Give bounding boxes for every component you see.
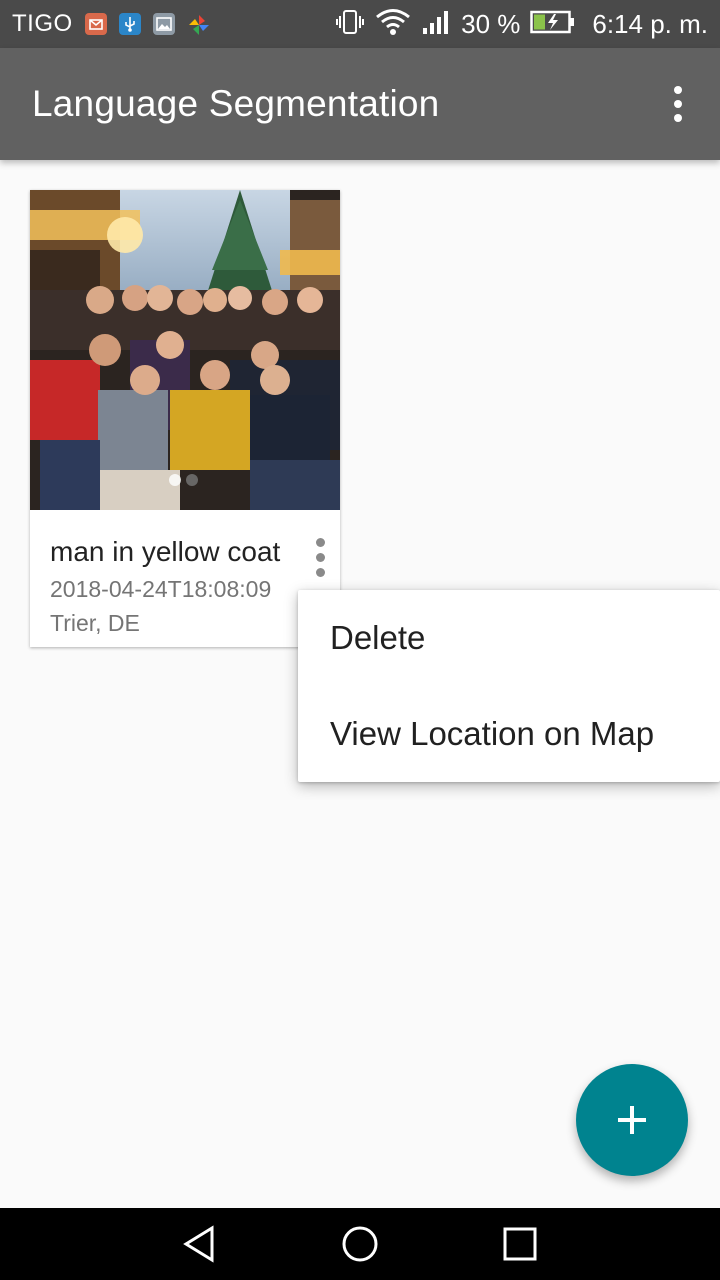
battery-charging-icon	[530, 9, 576, 40]
usb-icon	[118, 13, 141, 35]
add-fab-button[interactable]	[576, 1064, 688, 1176]
more-vert-icon[interactable]	[658, 74, 698, 134]
wifi-icon	[375, 8, 411, 41]
recents-icon[interactable]	[484, 1208, 556, 1280]
status-right: 30 % 6:14 p. m.	[335, 8, 708, 41]
card-photo[interactable]	[30, 190, 340, 510]
navigation-bar	[0, 1208, 720, 1280]
gallery-icon	[152, 13, 175, 35]
app-title: Language Segmentation	[32, 83, 440, 124]
card-title: man in yellow coat	[50, 536, 281, 567]
card-date: 2018-04-24T18:08:09	[50, 576, 272, 602]
carrier-label: TIGO	[12, 10, 73, 37]
status-bar: TIGO 30 % 6:14 p. m.	[0, 0, 720, 48]
battery-percent: 30 %	[461, 8, 521, 39]
vibrate-icon	[335, 8, 365, 41]
mail-icon	[84, 13, 107, 35]
clock: 6:14 p. m.	[592, 8, 708, 39]
photo-card[interactable]: man in yellow coat 2018-04-24T18:08:09 T…	[30, 190, 340, 647]
pinwheel-icon	[187, 13, 209, 35]
add-icon	[618, 1106, 646, 1134]
card-more-vert-icon[interactable]	[310, 538, 330, 582]
popup-menu: Delete View Location on Map	[298, 590, 720, 782]
home-icon[interactable]	[324, 1208, 396, 1280]
back-icon[interactable]	[164, 1208, 236, 1280]
screen: TIGO 30 % 6:14 p. m. Language Segmentati…	[0, 0, 720, 1280]
menu-item-view-location[interactable]: View Location on Map	[298, 686, 720, 782]
app-bar: Language Segmentation	[0, 48, 720, 160]
signal-icon	[421, 8, 451, 41]
card-location: Trier, DE	[50, 610, 140, 636]
status-left: TIGO	[12, 10, 209, 38]
menu-item-delete[interactable]: Delete	[298, 590, 720, 686]
